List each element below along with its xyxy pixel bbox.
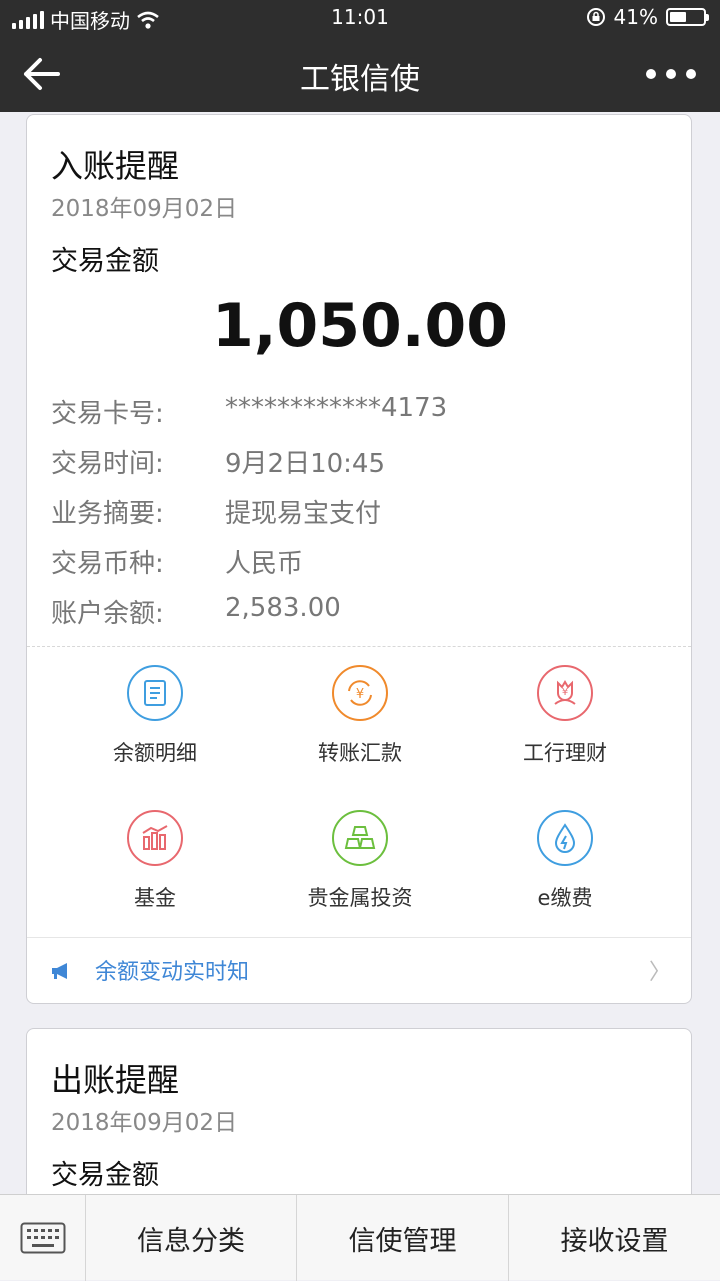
transaction-amount: 1,050.00 — [211, 291, 509, 361]
incoming-notice-card: 入账提醒 2018年09月02日 交易金额 1,050.00 交易卡号: ***… — [26, 114, 692, 1004]
detail-value: 2,583.00 — [225, 593, 341, 623]
detail-value: ************4173 — [225, 393, 448, 423]
detail-key: 交易时间: — [51, 449, 164, 479]
balance-alert-link[interactable]: 余额变动实时知 〉 — [27, 937, 691, 1004]
service-label: 贵金属投资 — [307, 886, 413, 910]
service-fund[interactable]: 基金 — [45, 792, 265, 912]
keyboard-toggle[interactable] — [0, 1195, 86, 1281]
gold-bars-icon — [332, 810, 388, 866]
card-date: 2018年09月02日 — [51, 196, 238, 222]
service-label: 余额明细 — [113, 741, 197, 765]
amount-label: 交易金额 — [51, 246, 159, 277]
service-label: 基金 — [134, 886, 176, 910]
service-precious-metal[interactable]: 贵金属投资 — [250, 792, 470, 912]
page-title: 工银信使 — [300, 62, 420, 97]
keyboard-icon — [20, 1222, 65, 1254]
service-transfer[interactable]: ¥ 转账汇款 — [250, 647, 470, 767]
more-options-icon[interactable] — [646, 54, 696, 94]
svg-text:¥: ¥ — [562, 687, 568, 698]
service-label: e缴费 — [537, 886, 593, 910]
service-label: 转账汇款 — [318, 741, 402, 765]
megaphone-icon — [52, 963, 67, 979]
tab-message-category[interactable]: 信息分类 — [86, 1195, 297, 1281]
service-balance-detail[interactable]: 余额明细 — [45, 647, 265, 767]
bottom-menu-bar: 信息分类 信使管理 接收设置 — [0, 1194, 720, 1281]
detail-value: 9月2日10:45 — [225, 449, 386, 479]
water-drop-icon — [537, 810, 593, 866]
status-bar: 中国移动 11:01 41% — [0, 0, 720, 36]
balance-alert-text: 余额变动实时知 — [95, 960, 250, 985]
service-epayment[interactable]: e缴费 — [455, 792, 675, 912]
amount-label: 交易金额 — [51, 1160, 159, 1191]
detail-key: 业务摘要: — [51, 499, 164, 529]
battery-icon — [666, 8, 709, 26]
tab-messenger-management[interactable]: 信使管理 — [297, 1195, 509, 1281]
service-label: 工行理财 — [523, 741, 607, 765]
svg-text:¥: ¥ — [356, 687, 364, 702]
service-grid: 余额明细 ¥ 转账汇款 ¥ 工行理财 基金 贵金属投资 e缴费 — [27, 647, 693, 937]
yuan-transfer-icon: ¥ — [332, 665, 388, 721]
detail-value: 人民币 — [225, 549, 304, 579]
detail-key: 账户余额: — [51, 599, 164, 629]
card-title: 出账提醒 — [51, 1061, 180, 1099]
finance-flower-icon: ¥ — [537, 665, 593, 721]
battery-percent: 41% — [613, 5, 658, 29]
detail-value: 提现易宝支付 — [225, 499, 382, 529]
card-title: 入账提醒 — [51, 147, 180, 185]
document-icon — [127, 665, 183, 721]
chevron-right-icon: 〉 — [648, 960, 671, 985]
nav-bar: 工银信使 — [0, 36, 720, 112]
rotation-lock-icon — [586, 8, 605, 26]
fund-chart-icon — [127, 810, 183, 866]
tab-receive-settings[interactable]: 接收设置 — [509, 1195, 720, 1281]
service-wealth[interactable]: ¥ 工行理财 — [455, 647, 675, 767]
card-date: 2018年09月02日 — [51, 1110, 238, 1136]
detail-key: 交易卡号: — [51, 399, 164, 429]
detail-key: 交易币种: — [51, 549, 164, 579]
